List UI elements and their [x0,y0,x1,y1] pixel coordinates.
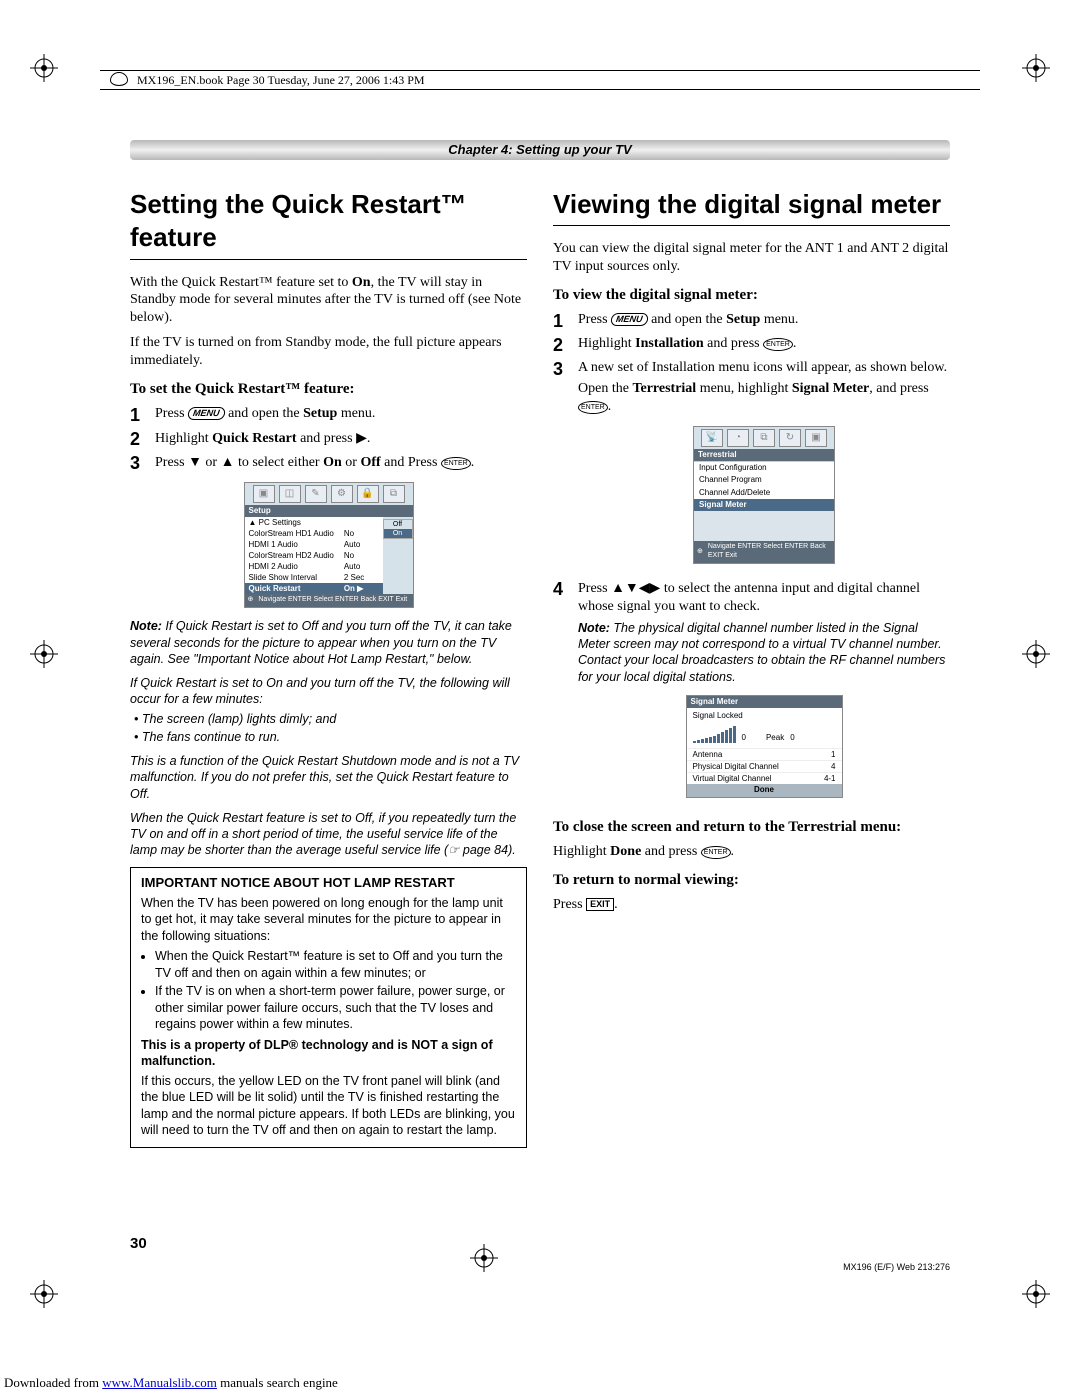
osd-title: Terrestrial [694,449,834,461]
note: If Quick Restart is set to On and you tu… [130,675,527,745]
subheading: To return to normal viewing: [553,871,950,890]
print-header: MX196_EN.book Page 30 Tuesday, June 27, … [100,70,980,90]
paragraph: You can view the digital signal meter fo… [553,240,950,276]
osd-icon: ⚙ [331,485,353,503]
note: Note: If Quick Restart is set to Off and… [130,618,527,667]
right-arrow-icon: ▶ [356,429,367,445]
step-list: Press MENU and open the Setup menu. High… [553,311,950,807]
subheading: To view the digital signal meter: [553,286,950,305]
section-title: Setting the Quick Restart™ feature [130,188,527,260]
step: A new set of Installation menu icons wil… [553,359,950,574]
crop-mark-icon [1022,54,1050,82]
chapter-bar: Chapter 4: Setting up your TV [130,140,950,160]
up-arrow-icon: ▲ [221,453,235,469]
menu-button-icon: MENU [610,313,648,326]
book-icon [110,72,128,86]
menu-button-icon: MENU [187,407,225,420]
step: Press ▲▼◀▶ to select the antenna input a… [553,579,950,808]
columns: Setting the Quick Restart™ feature With … [130,188,950,1148]
step: Press ▼ or ▲ to select either On or Off … [130,453,527,472]
osd-terrestrial-screenshot: 📡◔⧉↻▣ Terrestrial Input Configuration Ch… [693,426,835,564]
crop-mark-icon [1022,640,1050,668]
enter-button-icon: ENTER [763,338,793,351]
manualslib-link[interactable]: www.Manualslib.com [102,1375,217,1390]
subheading: To close the screen and return to the Te… [553,818,950,837]
osd-menu-item: Channel Program [694,474,834,486]
step: Press MENU and open the Setup menu. [130,405,527,424]
subheading: To set the Quick Restart™ feature: [130,380,527,399]
enter-button-icon: ENTER [701,846,731,859]
enter-button-icon: ENTER [578,401,608,414]
step: Highlight Installation and press ENTER. [553,335,950,354]
osd-body: ▲ PC Settings ColorStream HD1 AudioNo HD… [245,517,413,594]
right-column: Viewing the digital signal meter You can… [553,188,950,1148]
osd-setup-screenshot: ▣◫✎⚙🔒⧉ Setup ▲ PC Settings ColorStream H… [244,482,414,608]
paragraph: With the Quick Restart™ feature set to O… [130,274,527,328]
print-header-text: MX196_EN.book Page 30 Tuesday, June 27, … [137,73,425,87]
osd-menu-item: Input Configuration [694,462,834,474]
box-bullet: If the TV is on when a short-term power … [155,983,516,1033]
box-strong: This is a property of DLP® technology an… [141,1037,516,1070]
osd-signal-meter-screenshot: Signal Meter Signal Locked 0 Peak 0 [686,695,843,798]
download-footer: Downloaded from www.Manualslib.com manua… [0,1375,338,1391]
step: Highlight Quick Restart and press ▶. [130,429,527,448]
box-bullet: When the Quick Restart™ feature is set t… [155,948,516,981]
doc-code: MX196 (E/F) Web 213:276 [843,1262,950,1272]
osd-icon: ⧉ [383,485,405,503]
important-notice-box: IMPORTANT NOTICE ABOUT HOT LAMP RESTART … [130,867,527,1148]
exit-button-icon: EXIT [586,898,614,911]
osd-menu-item-selected: Signal Meter [694,499,834,511]
osd-icon: ▣ [253,485,275,503]
page-number: 30 [130,1235,147,1252]
osd-icon: ◫ [279,485,301,503]
left-column: Setting the Quick Restart™ feature With … [130,188,527,1148]
arrow-keys-icon: ▲▼◀▶ [611,579,660,595]
section-title: Viewing the digital signal meter [553,188,950,226]
enter-button-icon: ENTER [441,457,471,470]
box-paragraph: If this occurs, the yellow LED on the TV… [141,1073,516,1139]
paragraph: Press EXIT. [553,896,950,914]
box-paragraph: When the TV has been powered on long eno… [141,895,516,945]
crop-mark-icon [30,640,58,668]
paragraph: Highlight Done and press ENTER. [553,843,950,861]
note-bullet: The fans continue to run. [134,729,527,745]
osd-menu-item: Channel Add/Delete [694,487,834,499]
note: When the Quick Restart feature is set to… [130,810,527,859]
crop-mark-icon [30,1280,58,1308]
osd-icon: 🔒 [357,485,379,503]
crop-mark-icon [1022,1280,1050,1308]
osd-icon: ✎ [305,485,327,503]
step-list: Press MENU and open the Setup menu. High… [130,405,527,472]
osd-nav: ⊕ Navigate ENTER Select ENTER Back EXIT … [245,594,413,607]
osd-icon-row: ▣◫✎⚙🔒⧉ [245,483,413,505]
step: Press MENU and open the Setup menu. [553,311,950,330]
content-frame: Chapter 4: Setting up your TV Setting th… [130,140,950,1252]
note-bullet: The screen (lamp) lights dimly; and [134,711,527,727]
document-page: MX196_EN.book Page 30 Tuesday, June 27, … [0,0,1080,1362]
crop-mark-icon [30,54,58,82]
paragraph: If the TV is turned on from Standby mode… [130,334,527,370]
osd-title: Setup [245,505,413,517]
note: This is a function of the Quick Restart … [130,753,527,802]
box-title: IMPORTANT NOTICE ABOUT HOT LAMP RESTART [141,874,516,891]
down-arrow-icon: ▼ [188,453,202,469]
